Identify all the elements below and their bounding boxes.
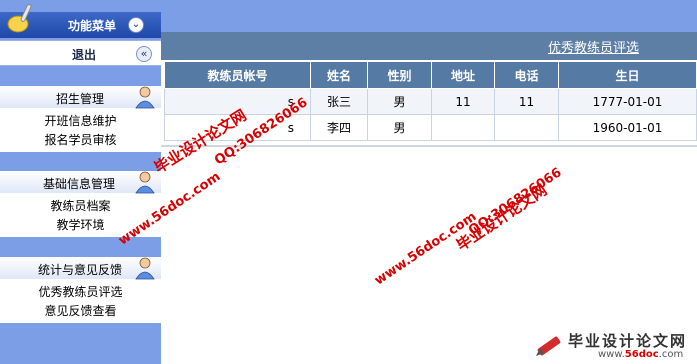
sidebar: 功能菜单 ⌄ 退出 « 招生管理 开班信息维护 报名学员审核 基础信息管理 教练… bbox=[0, 0, 161, 364]
brand-url-prefix: www. bbox=[598, 349, 625, 360]
cell-address: 11 bbox=[431, 88, 495, 115]
page-title-link[interactable]: 优秀教练员评选 bbox=[548, 37, 639, 56]
broom-logo-icon bbox=[7, 4, 32, 33]
logout-button[interactable]: 退出 bbox=[72, 46, 96, 63]
brand-url-mid: 56doc bbox=[624, 349, 659, 360]
cell-name: 李四 bbox=[310, 114, 368, 141]
cell-birthday: 1960-01-01 bbox=[558, 114, 697, 141]
cell-address bbox=[431, 114, 495, 141]
menu-item-feedback[interactable]: 意见反馈查看 bbox=[0, 302, 161, 322]
menu-group-enrollment: 招生管理 开班信息维护 报名学员审核 bbox=[0, 86, 161, 152]
cell-gender: 男 bbox=[367, 88, 432, 115]
page-title-bar: 优秀教练员评选 bbox=[161, 32, 697, 60]
brand-url: www.56doc.com bbox=[598, 349, 683, 360]
menu-item-enroll-review[interactable]: 报名学员审核 bbox=[0, 131, 161, 151]
user-icon bbox=[135, 171, 155, 194]
user-icon bbox=[135, 86, 155, 109]
brand-url-suffix: .com bbox=[658, 349, 684, 360]
logout-bar[interactable]: 退出 « bbox=[0, 40, 161, 66]
menu-header: 功能菜单 ⌄ bbox=[0, 4, 161, 38]
main-content: 优秀教练员评选 教练员帐号 姓名 性别 地址 电话 生日 s 张三 男 11 1… bbox=[161, 0, 697, 364]
column-header: 教练员帐号 bbox=[164, 61, 311, 89]
brand-logo: 毕业设计论文网 www.56doc.com bbox=[530, 328, 697, 364]
menu-item-coach-selection[interactable]: 优秀教练员评选 bbox=[0, 283, 161, 303]
pencil-logo-icon bbox=[536, 336, 561, 356]
menu-title: 功能菜单 bbox=[68, 19, 117, 33]
menu-group-statistics: 统计与意见反馈 优秀教练员评选 意见反馈查看 bbox=[0, 257, 161, 323]
group-title: 基础信息管理 bbox=[43, 177, 116, 191]
menu-item-coach-archive[interactable]: 教练员档案 bbox=[0, 197, 161, 217]
collapse-menu-icon[interactable]: ⌄ bbox=[128, 17, 144, 33]
cell-phone bbox=[494, 114, 559, 141]
cell-birthday: 1777-01-01 bbox=[558, 88, 697, 115]
double-chevron-left-icon[interactable]: « bbox=[136, 46, 152, 62]
brand-title: 毕业设计论文网 bbox=[568, 332, 688, 350]
coach-table: 教练员帐号 姓名 性别 地址 电话 生日 s 张三 男 11 11 1777-0… bbox=[164, 61, 697, 141]
cell-phone: 11 bbox=[494, 88, 559, 115]
table-header-row: 教练员帐号 姓名 性别 地址 电话 生日 bbox=[164, 61, 697, 89]
menu-item-class-info[interactable]: 开班信息维护 bbox=[0, 112, 161, 132]
cell-name: 张三 bbox=[310, 88, 368, 115]
group-title: 统计与意见反馈 bbox=[38, 263, 123, 277]
column-header: 电话 bbox=[494, 61, 559, 89]
top-band bbox=[161, 0, 697, 32]
column-header: 生日 bbox=[558, 61, 697, 89]
group-title: 招生管理 bbox=[56, 92, 105, 106]
cell-gender: 男 bbox=[367, 114, 432, 141]
user-icon bbox=[135, 257, 155, 280]
table-row[interactable]: s 张三 男 11 11 1777-01-01 bbox=[164, 88, 697, 115]
column-header: 性别 bbox=[367, 61, 432, 89]
column-header: 姓名 bbox=[310, 61, 368, 89]
column-header: 地址 bbox=[431, 61, 495, 89]
